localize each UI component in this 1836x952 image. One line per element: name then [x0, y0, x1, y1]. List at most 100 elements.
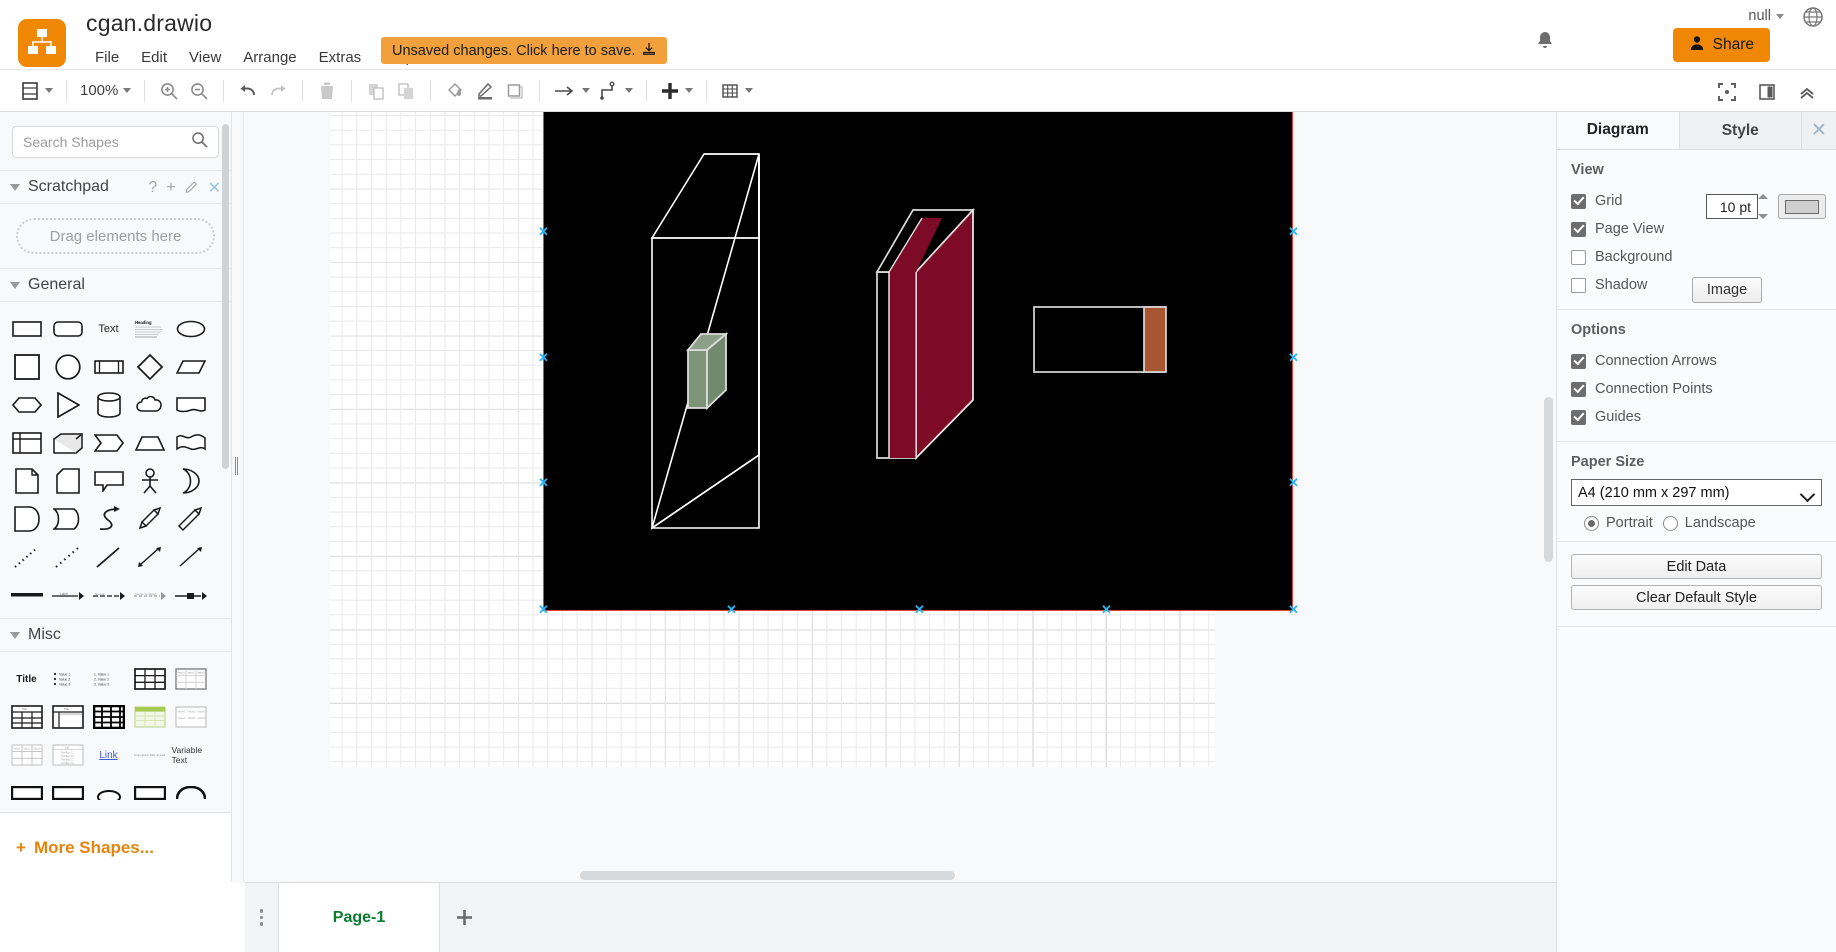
- shape-card[interactable]: [49, 463, 87, 499]
- page-handle-bottom-2[interactable]: ✕: [914, 603, 925, 616]
- page-menu-icon[interactable]: [245, 883, 278, 952]
- connection-arrows-checkbox[interactable]: [1571, 353, 1586, 369]
- canvas-horizontal-scrollbar[interactable]: [580, 871, 955, 880]
- page-handle-bottom-left[interactable]: ✕: [538, 603, 549, 616]
- page-tab-page-1[interactable]: Page-1: [278, 883, 440, 952]
- shape-hexagon[interactable]: [8, 387, 46, 423]
- shape-cube[interactable]: [49, 425, 87, 461]
- tab-diagram[interactable]: Diagram: [1557, 112, 1680, 149]
- orientation-landscape[interactable]: Landscape: [1662, 515, 1756, 531]
- shape-curve[interactable]: [49, 501, 87, 537]
- page-handle-bottom-1[interactable]: ✕: [726, 603, 737, 616]
- fullscreen-icon[interactable]: [1712, 77, 1742, 107]
- clear-default-style-button[interactable]: Clear Default Style: [1571, 585, 1822, 610]
- shape-rounded-rectangle[interactable]: [49, 311, 87, 347]
- menu-edit[interactable]: Edit: [130, 46, 178, 69]
- menu-view[interactable]: View: [178, 46, 232, 69]
- background-checkbox[interactable]: [1571, 249, 1586, 265]
- shape-dotted-link-edge[interactable]: Source To Target: [131, 577, 169, 613]
- shape-row-4d[interactable]: [131, 775, 169, 811]
- stepper-down-icon[interactable]: [1758, 214, 1768, 219]
- send-to-back-icon[interactable]: [391, 76, 421, 106]
- shape-table-sidebar[interactable]: Title: [49, 699, 87, 735]
- shape-bidirectional-arrow[interactable]: [131, 501, 169, 537]
- diagram-canvas[interactable]: ✕ ✕ ✕ ✕ ✕ ✕ ✕ ✕ ✕ ✕ ✕: [245, 112, 1556, 882]
- shape-rectangle[interactable]: [8, 311, 46, 347]
- shape-row-4b[interactable]: [49, 775, 87, 811]
- search-input[interactable]: [23, 134, 191, 150]
- shape-table-with-header[interactable]: Value1 Value2 Value3: [172, 661, 210, 697]
- shapes-panel-scrollbar[interactable]: [222, 124, 229, 469]
- globe-icon[interactable]: [1802, 6, 1824, 33]
- page-handle-bottom-3[interactable]: ✕: [1101, 603, 1112, 616]
- shape-tape[interactable]: [172, 425, 210, 461]
- shape-row-4c[interactable]: [90, 775, 128, 811]
- shape-step[interactable]: [90, 425, 128, 461]
- shape-cloud[interactable]: [131, 387, 169, 423]
- stepper-up-icon[interactable]: [1758, 194, 1768, 199]
- help-icon[interactable]: ?: [148, 179, 157, 197]
- zoom-out-icon[interactable]: [184, 76, 214, 106]
- shape-text[interactable]: Text: [90, 311, 128, 347]
- diagram-page[interactable]: ✕ ✕ ✕ ✕ ✕ ✕ ✕ ✕ ✕ ✕ ✕: [538, 112, 1299, 616]
- portrait-radio[interactable]: [1584, 515, 1599, 531]
- view-layout-icon[interactable]: [16, 76, 57, 106]
- shape-table-green[interactable]: [131, 699, 169, 735]
- page-view-checkbox[interactable]: [1571, 221, 1586, 237]
- shape-ordered-list[interactable]: 1. Value 1 2. Value 2 3. Value 3: [90, 661, 128, 697]
- shape-dotted-line[interactable]: [8, 539, 46, 575]
- shape-row-4a[interactable]: [8, 775, 46, 811]
- shape-table-cells[interactable]: Value1 Value2 Value3: [8, 737, 46, 773]
- scratchpad-dropzone[interactable]: Drag elements here: [16, 218, 215, 254]
- page-handle-right-top[interactable]: ✕: [1288, 225, 1299, 238]
- search-icon[interactable]: [191, 131, 208, 153]
- shape-bidirectional-connector[interactable]: [131, 539, 169, 575]
- tab-style[interactable]: Style: [1679, 112, 1802, 149]
- page-handle-bottom-right[interactable]: ✕: [1288, 603, 1299, 616]
- bring-to-front-icon[interactable]: [361, 76, 391, 106]
- trash-icon[interactable]: [312, 76, 342, 106]
- shape-edge-with-label[interactable]: [172, 577, 210, 613]
- plus-insert-icon[interactable]: [656, 76, 697, 106]
- edit-data-button[interactable]: Edit Data: [1571, 554, 1822, 579]
- shape-list-panel[interactable]: List Text/Box 1.1 Text/Box 1.2 Text/Box 2.1…: [49, 737, 87, 773]
- scratchpad-section-header[interactable]: Scratchpad ? + ✕: [0, 170, 231, 204]
- menu-file[interactable]: File: [84, 46, 130, 69]
- plus-icon[interactable]: +: [166, 179, 175, 197]
- shape-diamond[interactable]: [131, 349, 169, 385]
- shape-parallelogram[interactable]: [172, 349, 210, 385]
- page-handle-right-mid[interactable]: ✕: [1288, 351, 1299, 364]
- page-handle-left-bottom[interactable]: ✕: [538, 476, 549, 489]
- general-section-header[interactable]: General: [0, 268, 231, 302]
- shape-actor[interactable]: [131, 463, 169, 499]
- shape-s-curve-arrow[interactable]: [90, 501, 128, 537]
- shape-table-bold[interactable]: [90, 699, 128, 735]
- connection-points-checkbox[interactable]: [1571, 381, 1586, 397]
- search-box[interactable]: [12, 126, 219, 158]
- shadow-icon[interactable]: [500, 76, 530, 106]
- shape-arrow[interactable]: [172, 501, 210, 537]
- shape-internal-storage[interactable]: [8, 425, 46, 461]
- zoom-in-icon[interactable]: [154, 76, 184, 106]
- add-page-button[interactable]: [440, 883, 488, 952]
- shape-row-4e[interactable]: [172, 775, 210, 811]
- orientation-portrait[interactable]: Portrait: [1584, 515, 1653, 531]
- collapse-toolbar-icon[interactable]: [1792, 77, 1822, 107]
- shape-link[interactable]: Link: [90, 737, 128, 773]
- misc-section-header[interactable]: Misc: [0, 618, 231, 652]
- line-color-icon[interactable]: [470, 76, 500, 106]
- canvas-vertical-scrollbar[interactable]: [1544, 397, 1553, 562]
- table-insert-icon[interactable]: [716, 76, 757, 106]
- shape-title-text[interactable]: Title: [8, 661, 46, 697]
- grid-area[interactable]: ✕ ✕ ✕ ✕ ✕ ✕ ✕ ✕ ✕ ✕ ✕: [330, 112, 1299, 767]
- shape-trapezoid[interactable]: [131, 425, 169, 461]
- shape-table-plain[interactable]: Value1 Value2 Value3 Value4 Value5 Value6: [172, 699, 210, 735]
- shape-square[interactable]: [8, 349, 46, 385]
- landscape-radio[interactable]: [1662, 515, 1678, 531]
- more-shapes-button[interactable]: + More Shapes...: [0, 812, 231, 882]
- panel-splitter[interactable]: [232, 112, 244, 882]
- shape-process[interactable]: [90, 349, 128, 385]
- shape-note[interactable]: [8, 463, 46, 499]
- close-icon[interactable]: ✕: [1802, 112, 1836, 149]
- shape-triangle[interactable]: [49, 387, 87, 423]
